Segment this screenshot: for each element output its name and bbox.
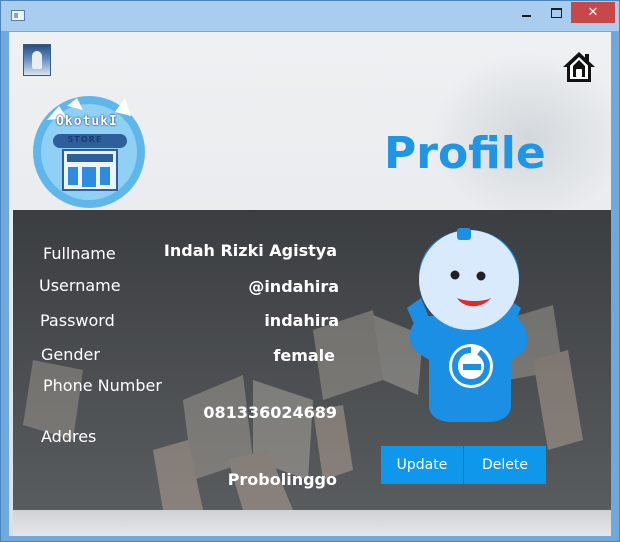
minimize-button[interactable]: [511, 2, 541, 23]
maximize-icon: [550, 7, 562, 18]
maximize-button[interactable]: [541, 2, 571, 23]
logo-store-label: STORE: [67, 135, 103, 144]
app-icon: [11, 10, 25, 21]
footer-strip: [13, 510, 611, 536]
gender-label: Gender: [41, 345, 100, 364]
fullname-value: Indah Rizki Agistya: [163, 241, 337, 260]
profile-screen: OkotukI STORE Profile Fullname Indah Riz…: [9, 32, 611, 536]
profile-panel: Fullname Indah Rizki Agistya Username @i…: [13, 210, 611, 510]
phone-number-value: 081336024689: [203, 403, 337, 422]
app-window: ✕ OkotukI STORE Profile Fullname Indah R…: [0, 0, 620, 542]
store-logo: [33, 96, 145, 208]
delete-button[interactable]: Delete: [464, 446, 546, 484]
update-button[interactable]: Update: [381, 446, 463, 484]
logo-wordmark: OkotukI: [56, 114, 118, 129]
close-button[interactable]: ✕: [571, 2, 615, 23]
address-value: Probolinggo: [227, 470, 337, 489]
close-icon: ✕: [587, 5, 599, 20]
page-title: Profile: [384, 128, 546, 179]
username-label: Username: [39, 276, 121, 295]
phone-number-label: Phone Number: [43, 376, 162, 395]
mascot-illustration: [407, 228, 528, 422]
home-icon[interactable]: [561, 50, 597, 84]
password-value: indahira: [264, 311, 339, 330]
gender-value: female: [273, 346, 335, 365]
fullname-label: Fullname: [43, 244, 116, 263]
address-label: Addres: [41, 427, 97, 446]
username-value: @indahira: [248, 277, 339, 296]
user-thumbnail[interactable]: [23, 44, 51, 76]
password-label: Password: [40, 311, 115, 330]
title-bar[interactable]: ✕: [1, 1, 619, 31]
minimize-icon: [521, 14, 531, 17]
